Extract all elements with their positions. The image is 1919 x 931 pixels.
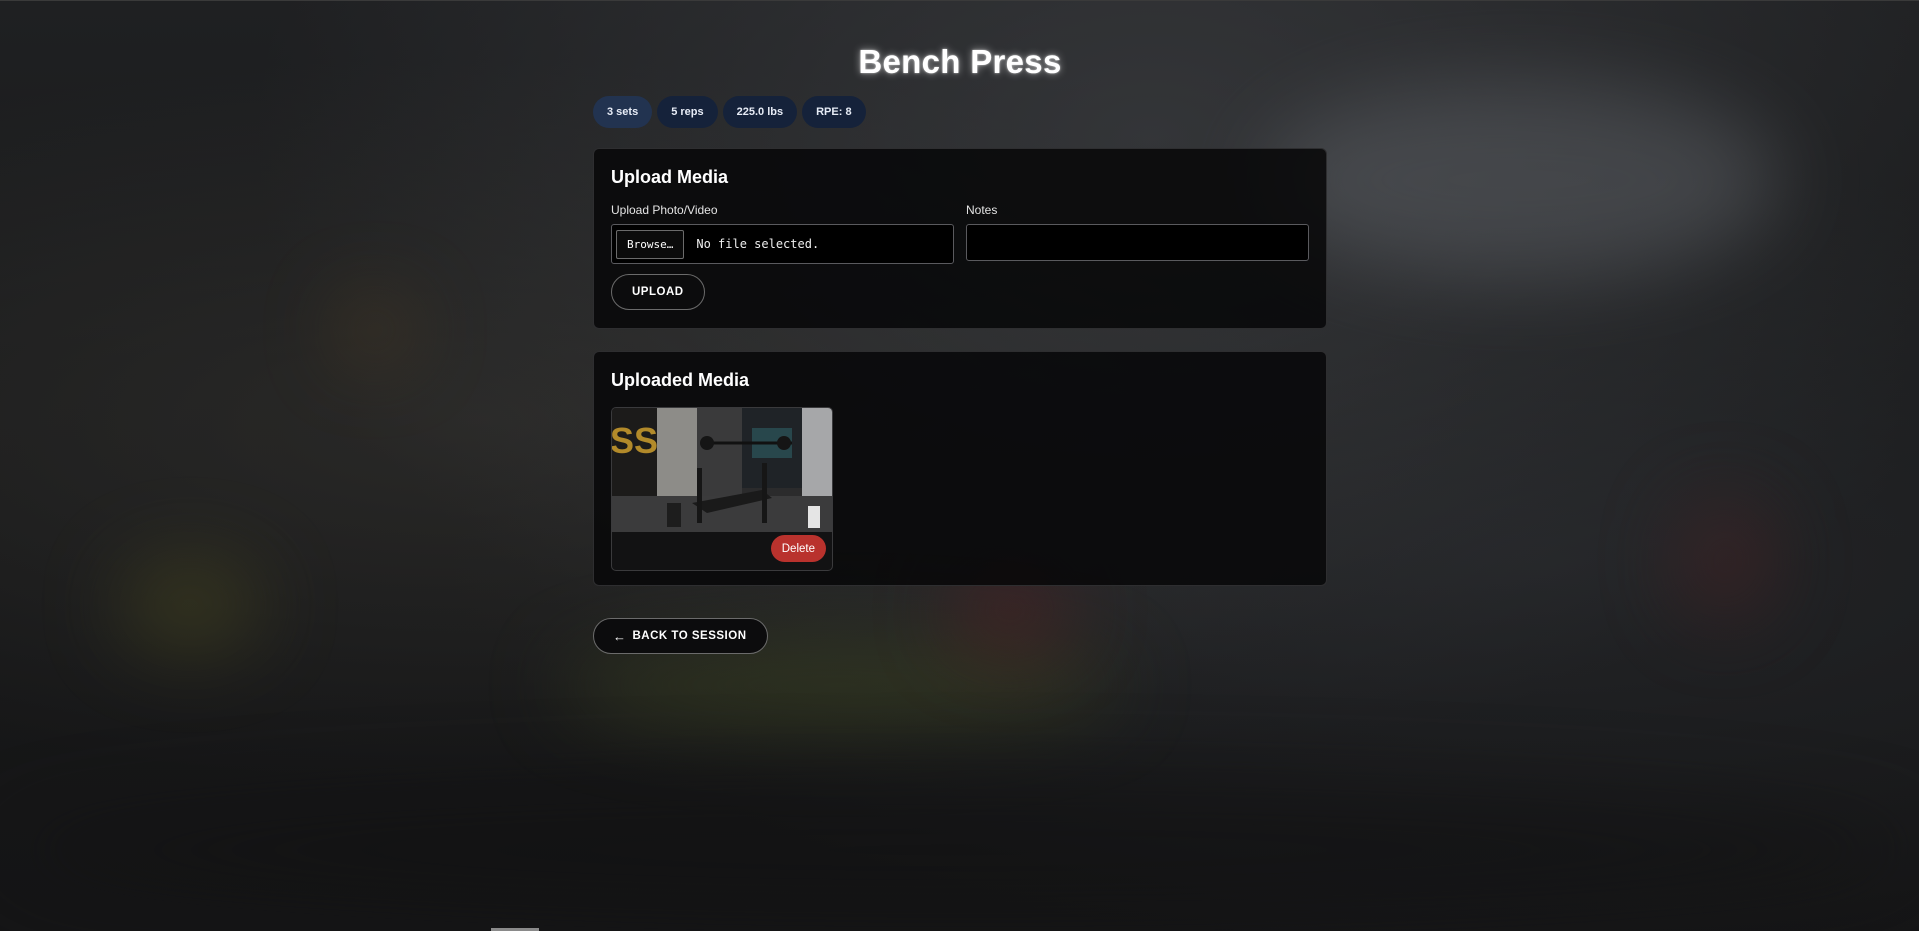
arrow-left-icon: ←: [613, 628, 627, 644]
browse-button[interactable]: Browse…: [616, 229, 685, 259]
main-container: Bench Press 3 sets 5 reps 225.0 lbs RPE:…: [593, 0, 1327, 654]
uploaded-media-card: Uploaded Media SS. Delete: [593, 351, 1327, 586]
media-item: SS. Delete: [611, 407, 833, 571]
file-status: No file selected.: [696, 237, 820, 251]
page-title: Bench Press: [858, 43, 1062, 80]
upload-media-heading: Upload Media: [611, 167, 729, 187]
reps-badge: 5 reps: [657, 96, 718, 128]
file-field: Upload Photo/Video Browse… No file selec…: [611, 203, 954, 264]
upload-media-card: Upload Media Upload Photo/Video Browse… …: [593, 148, 1327, 329]
gym-bench-photo[interactable]: SS.: [612, 408, 832, 532]
exercise-badges: 3 sets 5 reps 225.0 lbs RPE: 8: [593, 96, 1327, 128]
sets-badge: 3 sets: [593, 96, 653, 128]
background-blur: [0, 780, 1919, 920]
rpe-badge: RPE: 8: [802, 96, 866, 128]
upload-button[interactable]: UPLOAD: [611, 274, 705, 310]
background-blur: [120, 560, 260, 650]
background-blur: [1260, 80, 1780, 280]
back-button-label: BACK TO SESSION: [632, 630, 747, 642]
uploaded-media-heading: Uploaded Media: [611, 370, 750, 390]
weight-badge: 225.0 lbs: [722, 96, 798, 128]
delete-button[interactable]: Delete: [770, 535, 826, 562]
upload-fields: Upload Photo/Video Browse… No file selec…: [611, 203, 1309, 264]
file-field-label: Upload Photo/Video: [611, 203, 718, 217]
notes-label: Notes: [966, 203, 998, 217]
background-blur: [340, 300, 410, 360]
back-to-session-button[interactable]: ← BACK TO SESSION: [593, 618, 768, 654]
background-blur: [1680, 500, 1770, 620]
file-input[interactable]: Browse… No file selected.: [611, 224, 954, 264]
notes-field: Notes: [966, 203, 1309, 264]
notes-input[interactable]: [966, 224, 1309, 261]
